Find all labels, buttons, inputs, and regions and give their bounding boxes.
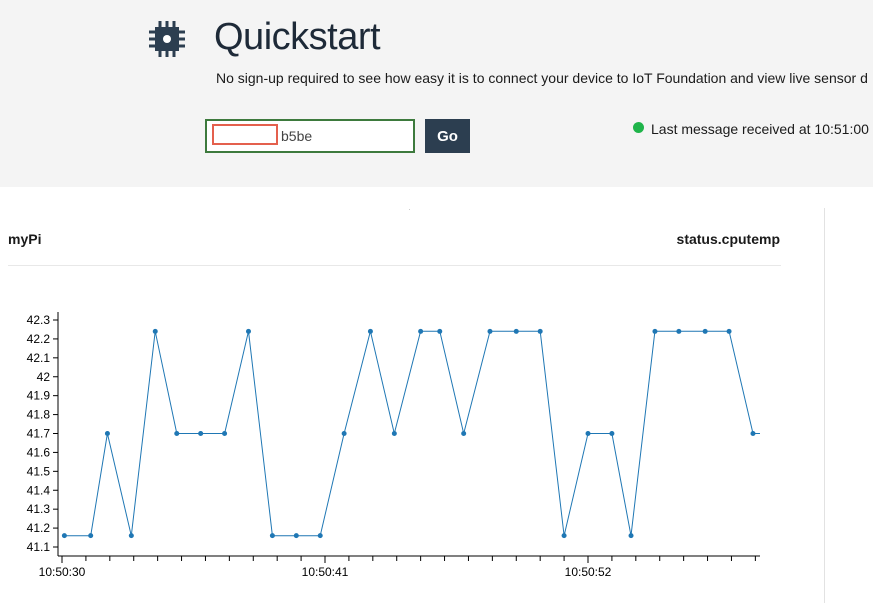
data-point	[487, 328, 493, 334]
redaction-box	[212, 124, 278, 145]
cputemp-line-chart: 41.1 41.2 41.3 41.4 41.5 41.6 41.7 41.8 41.9 42 42…	[27, 312, 760, 579]
y-tick-label: 41.9	[27, 389, 51, 403]
data-point	[128, 533, 134, 539]
y-tick-label: 41.6	[27, 445, 51, 459]
data-point	[174, 431, 180, 436]
device-name: myPi	[8, 231, 42, 247]
x-tick-label: 10:50:30	[39, 565, 86, 579]
data-point	[391, 431, 397, 436]
data-point	[702, 328, 708, 334]
status-text: Last message received at 10:51:00	[651, 121, 869, 137]
y-tick-label: 41.8	[27, 408, 51, 422]
y-tick-label: 41.7	[27, 427, 51, 441]
y-tick-label: 42.1	[27, 351, 51, 365]
data-point	[104, 431, 110, 436]
y-tick-label: 41.1	[27, 540, 51, 554]
data-point	[88, 533, 94, 539]
y-tick-label: 42.3	[27, 313, 51, 327]
data-point	[245, 328, 251, 334]
y-tick-label: 41.5	[27, 464, 51, 478]
panel-divider	[824, 208, 825, 603]
data-point	[628, 533, 634, 539]
data-point	[341, 431, 347, 436]
y-tick-label: 42.2	[27, 332, 51, 346]
y-tick-label: 42	[37, 370, 51, 384]
data-point	[513, 328, 519, 334]
data-point	[269, 533, 275, 539]
data-point	[317, 533, 323, 539]
y-tick-label: 41.3	[27, 502, 51, 516]
page-subtitle: No sign-up required to see how easy it i…	[216, 70, 868, 86]
chip-icon	[149, 21, 185, 57]
page-title: Quickstart	[214, 16, 381, 58]
property-name: status.cputemp	[676, 231, 780, 247]
data-point	[461, 431, 467, 436]
y-tick-label: 41.4	[27, 483, 51, 497]
status-indicator	[633, 122, 644, 133]
data-point	[676, 328, 682, 334]
go-button[interactable]: Go	[425, 119, 470, 153]
data-point	[61, 533, 67, 539]
data-point	[152, 328, 158, 334]
y-tick-label: 41.2	[27, 521, 51, 535]
data-point	[585, 431, 591, 436]
divider-dot	[409, 209, 410, 210]
data-point	[222, 431, 228, 436]
data-point	[726, 328, 732, 334]
quickstart-header: Quickstart No sign-up required to see ho…	[0, 0, 873, 187]
panel-header-divider	[8, 265, 781, 266]
data-point	[293, 533, 299, 539]
x-tick-label: 10:50:41	[302, 565, 349, 579]
data-point	[609, 431, 615, 436]
data-point	[198, 431, 204, 436]
data-point	[750, 431, 756, 436]
data-point	[652, 328, 658, 334]
data-point	[418, 328, 424, 334]
data-point	[437, 328, 443, 334]
data-point	[367, 328, 373, 334]
data-point	[537, 328, 543, 334]
series-line-cputemp	[64, 330, 760, 537]
data-point	[561, 533, 567, 539]
x-tick-label: 10:50:52	[565, 565, 612, 579]
